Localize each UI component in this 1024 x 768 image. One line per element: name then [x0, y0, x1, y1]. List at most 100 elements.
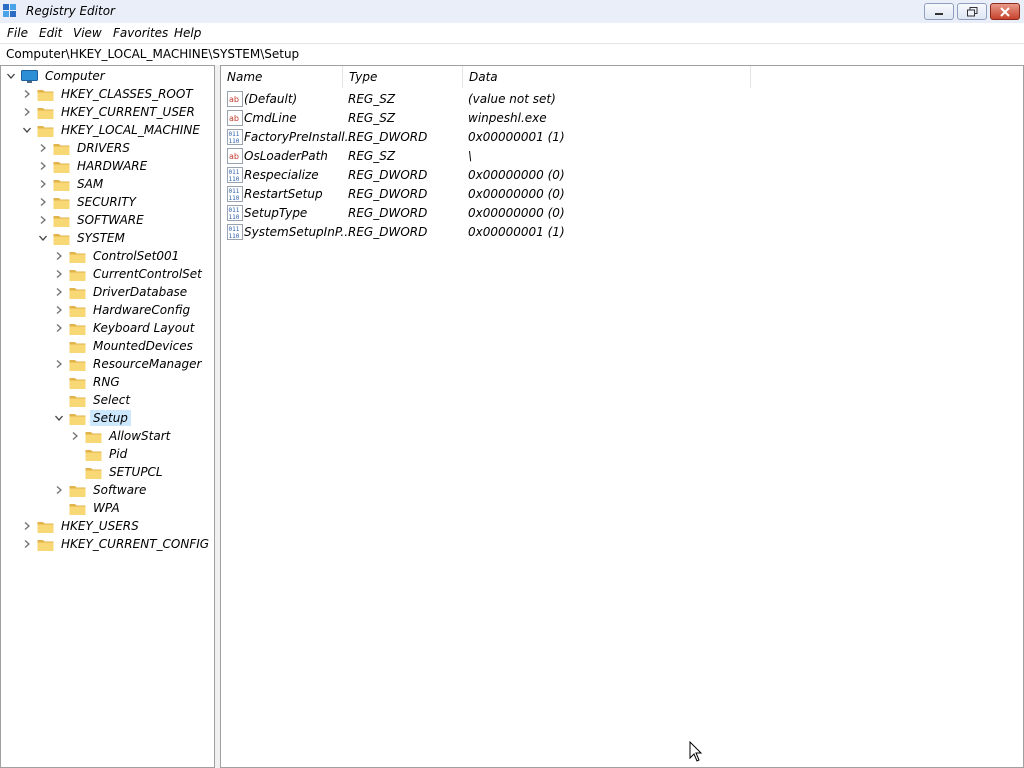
tree-item-label: Software — [93, 483, 147, 497]
tree-item-security[interactable]: SECURITY — [37, 193, 139, 211]
tree-item-label: SECURITY — [77, 195, 136, 209]
chevron-down-icon[interactable] — [53, 412, 65, 424]
cell-type: REG_SZ — [348, 111, 396, 125]
table-row[interactable]: 011 110 RestartSetup REG_DWORD 0x00000000 (0… — [221, 185, 1001, 204]
tree-item-allowstart[interactable]: AllowStart — [69, 427, 173, 445]
tree-item-select[interactable]: Select — [53, 391, 133, 409]
menu-view[interactable]: View — [73, 26, 102, 40]
tree-item-hkey-classes-root[interactable]: HKEY_CLASSES_ROOT — [21, 85, 196, 103]
tree-item-mounteddevices[interactable]: MountedDevices — [53, 337, 196, 355]
chevron-right-icon[interactable] — [37, 196, 49, 208]
table-row[interactable]: 011 110 Respecialize REG_DWORD 0x00000000 (0… — [221, 166, 1001, 185]
table-row[interactable]: ab OsLoaderPath REG_SZ \ — [221, 147, 1001, 166]
svg-text:110: 110 — [229, 233, 240, 240]
tree-item-label: CurrentControlSet — [93, 267, 202, 281]
tree-item-hkey-users[interactable]: HKEY_USERS — [21, 517, 142, 535]
tree-item-computer[interactable]: Computer — [5, 67, 108, 85]
tree-item-drivers[interactable]: DRIVERS — [37, 139, 133, 157]
chevron-right-icon[interactable] — [37, 142, 49, 154]
tree-item-label: Keyboard Layout — [93, 321, 195, 335]
chevron-right-icon[interactable] — [53, 358, 65, 370]
address-path[interactable]: Computer\HKEY_LOCAL_MACHINE\SYSTEM\Setup — [6, 47, 299, 61]
tree-item-keyboard-layout[interactable]: Keyboard Layout — [53, 319, 197, 337]
tree-item-setupcl[interactable]: SETUPCL — [69, 463, 166, 481]
tree-item-hkey-current-config[interactable]: HKEY_CURRENT_CONFIG — [21, 535, 212, 553]
table-row[interactable]: ab (Default) REG_SZ (value not set) — [221, 90, 1001, 109]
tree-item-setup[interactable]: Setup — [53, 409, 131, 427]
chevron-right-icon[interactable] — [53, 286, 65, 298]
folder-icon — [69, 286, 86, 299]
folder-icon — [53, 196, 70, 209]
tree-item-resourcemanager[interactable]: ResourceManager — [53, 355, 204, 373]
key-tree[interactable]: Computer HKEY_CLASSES_ROOT HKEY_CURRENT_US… — [0, 65, 215, 768]
chevron-right-icon[interactable] — [21, 538, 33, 550]
menu-help[interactable]: Help — [174, 26, 201, 40]
menu-edit[interactable]: Edit — [39, 26, 62, 40]
cell-data: (value not set) — [468, 92, 556, 106]
tree-item-software[interactable]: Software — [53, 481, 149, 499]
table-row[interactable]: 011 110 SetupType REG_DWORD 0x00000000 (0) — [221, 204, 1001, 223]
table-row[interactable]: 011 110 FactoryPreInstall... REG_DWORD 0x000… — [221, 128, 1001, 147]
chevron-right-icon[interactable] — [37, 178, 49, 190]
cell-data: 0x00000000 (0) — [468, 206, 565, 220]
restore-button[interactable] — [957, 3, 987, 20]
tree-item-controlset001[interactable]: ControlSet001 — [53, 247, 182, 265]
chevron-right-icon[interactable] — [21, 88, 33, 100]
chevron-right-icon[interactable] — [53, 484, 65, 496]
tree-item-currentcontrolset[interactable]: CurrentControlSet — [53, 265, 205, 283]
minimize-button[interactable] — [924, 3, 954, 20]
chevron-right-icon[interactable] — [53, 250, 65, 262]
svg-text:ab: ab — [229, 95, 239, 104]
column-header-name[interactable]: Name — [221, 66, 343, 88]
tree-item-rng[interactable]: RNG — [53, 373, 123, 391]
table-row[interactable]: ab CmdLine REG_SZ winpeshl.exe — [221, 109, 1001, 128]
tree-item-label: DRIVERS — [77, 141, 130, 155]
table-row[interactable]: 011 110 SystemSetupInP... REG_DWORD 0x000000… — [221, 223, 1001, 242]
chevron-down-icon[interactable] — [21, 124, 33, 136]
string-value-icon: ab — [227, 148, 243, 164]
menu-favorites[interactable]: Favorites — [113, 26, 168, 40]
close-button[interactable] — [990, 3, 1020, 20]
chevron-right-icon[interactable] — [21, 520, 33, 532]
tree-item-hardwareconfig[interactable]: HardwareConfig — [53, 301, 193, 319]
chevron-right-icon[interactable] — [37, 214, 49, 226]
cell-type: REG_DWORD — [348, 187, 428, 201]
folder-icon — [53, 214, 70, 227]
tree-item-system[interactable]: SYSTEM — [37, 229, 128, 247]
tree-item-label: Setup — [90, 410, 131, 426]
folder-icon — [69, 484, 86, 497]
tree-item-hkey-current-user[interactable]: HKEY_CURRENT_USER — [21, 103, 198, 121]
tree-item-sam[interactable]: SAM — [37, 175, 106, 193]
folder-icon — [53, 178, 70, 191]
column-header-data[interactable]: Data — [463, 66, 751, 88]
chevron-right-icon[interactable] — [37, 160, 49, 172]
chevron-down-icon[interactable] — [5, 70, 17, 82]
tree-item-pid[interactable]: Pid — [69, 445, 130, 463]
chevron-right-icon[interactable] — [53, 268, 65, 280]
folder-icon — [37, 520, 54, 533]
chevron-right-icon[interactable] — [21, 106, 33, 118]
tree-item-software[interactable]: SOFTWARE — [37, 211, 147, 229]
values-list[interactable]: Name Type Data ab (Default) REG_SZ (value n… — [220, 65, 1024, 768]
binary-value-icon: 011110 — [227, 167, 243, 183]
address-bar[interactable]: Computer\HKEY_LOCAL_MACHINE\SYSTEM\Setup — [0, 43, 1024, 66]
column-header-type[interactable]: Type — [343, 66, 463, 88]
svg-text:110: 110 — [229, 176, 240, 183]
folder-icon — [69, 358, 86, 371]
svg-text:011: 011 — [229, 207, 240, 214]
chevron-right-icon[interactable] — [53, 304, 65, 316]
tree-item-label: ResourceManager — [93, 357, 202, 371]
cell-data: 0x00000000 (0) — [468, 187, 565, 201]
tree-item-hardware[interactable]: HARDWARE — [37, 157, 150, 175]
tree-item-driverdatabase[interactable]: DriverDatabase — [53, 283, 190, 301]
cell-name: Respecialize — [244, 168, 319, 182]
svg-text:110: 110 — [229, 214, 240, 221]
svg-text:110: 110 — [229, 195, 240, 202]
chevron-down-icon[interactable] — [37, 232, 49, 244]
tree-item-wpa[interactable]: WPA — [53, 499, 123, 517]
chevron-right-icon[interactable] — [69, 430, 81, 442]
chevron-right-icon[interactable] — [53, 322, 65, 334]
menu-file[interactable]: File — [7, 26, 28, 40]
folder-icon — [69, 394, 86, 407]
tree-item-hkey-local-machine[interactable]: HKEY_LOCAL_MACHINE — [21, 121, 203, 139]
